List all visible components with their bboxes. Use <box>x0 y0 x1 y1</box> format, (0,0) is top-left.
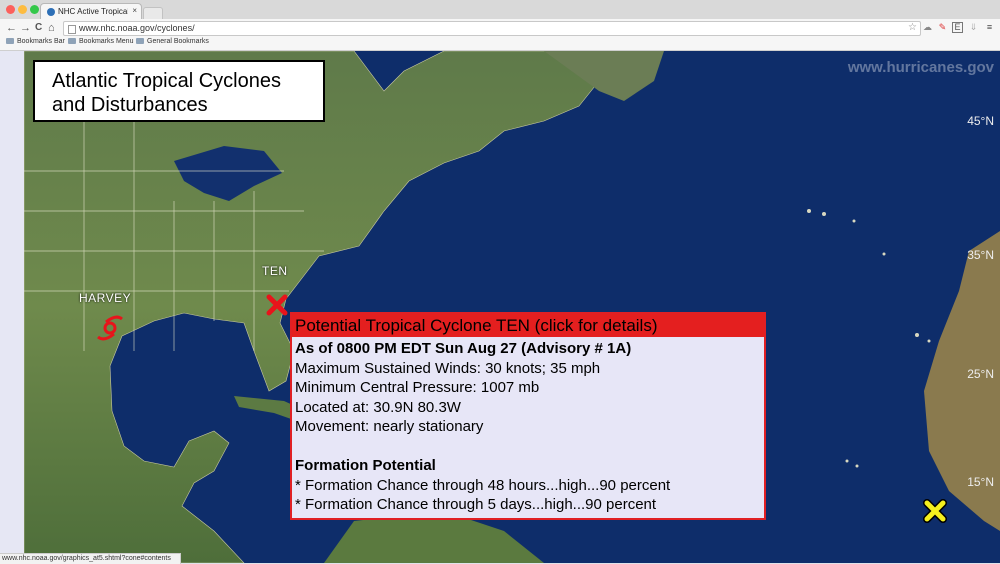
download-icon[interactable]: ⇓ <box>968 22 979 33</box>
min-pressure: Minimum Central Pressure: 1007 mb <box>295 379 540 396</box>
browser-tab[interactable]: NHC Active Tropical Cyclones × <box>40 3 142 20</box>
extension-e-icon[interactable]: E <box>952 22 963 33</box>
advisory-time: As of 0800 PM EDT Sun Aug 27 (Advisory #… <box>295 340 632 357</box>
back-arrow-icon[interactable]: ← <box>6 22 17 34</box>
tab-title: NHC Active Tropical Cyclones <box>58 7 128 16</box>
bookmark-folder-bookmarks-menu[interactable]: Bookmarks Menu <box>68 38 133 45</box>
hurricanes-gov-watermark: www.hurricanes.gov <box>847 59 994 76</box>
map-title-line1: Atlantic Tropical Cyclones <box>52 70 281 92</box>
map-title: Atlantic Tropical Cyclones and Disturban… <box>33 60 325 122</box>
atlantic-map[interactable]: Atlantic Tropical Cyclones and Disturban… <box>24 51 1000 563</box>
max-winds: Maximum Sustained Winds: 30 knots; 35 mp… <box>295 359 601 377</box>
storm-label-harvey[interactable]: HARVEY <box>79 291 131 305</box>
storm-info-popup[interactable]: Potential Tropical Cyclone TEN (click fo… <box>290 312 766 520</box>
minimize-window-button[interactable] <box>18 5 27 14</box>
storm-label-ten[interactable]: TEN <box>262 264 288 278</box>
latitude-label-25n: 25°N <box>967 367 994 381</box>
folder-icon <box>6 38 14 44</box>
formation-48h: * Formation Chance through 48 hours...hi… <box>295 476 671 494</box>
forward-arrow-icon[interactable]: → <box>20 22 31 34</box>
extension-cloud-icon[interactable]: ☁ <box>922 22 933 33</box>
browser-title-bar: NHC Active Tropical Cyclones × <box>0 0 1000 20</box>
folder-icon <box>68 38 76 44</box>
address-bar[interactable]: www.nhc.noaa.gov/cyclones/ ☆ <box>63 21 921 36</box>
storm-location: Located at: 30.9N 80.3W <box>295 398 461 416</box>
reload-icon[interactable]: C <box>35 22 42 34</box>
close-window-button[interactable] <box>6 5 15 14</box>
zoom-window-button[interactable] <box>30 5 39 14</box>
address-url[interactable]: www.nhc.noaa.gov/cyclones/ <box>79 23 195 33</box>
popup-body: As of 0800 PM EDT Sun Aug 27 (Advisory #… <box>292 337 764 515</box>
menu-icon[interactable]: ≡ <box>984 22 995 33</box>
bookmark-folder-general[interactable]: General Bookmarks <box>136 38 209 45</box>
bookmark-star-icon[interactable]: ☆ <box>908 22 917 33</box>
formation-heading: Formation Potential <box>295 457 436 474</box>
home-icon[interactable]: ⌂ <box>48 22 55 34</box>
status-bar-url: www.nhc.noaa.gov/graphics_at5.shtml?cone… <box>0 553 181 564</box>
latitude-label-15n: 15°N <box>967 475 994 489</box>
map-title-line2: and Disturbances <box>52 94 208 116</box>
bookmark-folder-bookmarks-bar[interactable]: Bookmarks Bar <box>6 38 65 45</box>
noaa-favicon-icon <box>47 8 55 16</box>
bookmarks-bar: Bookmarks Bar Bookmarks Menu General Boo… <box>0 37 1000 51</box>
atlantic-islands <box>807 209 931 468</box>
popup-title-link[interactable]: Potential Tropical Cyclone TEN (click fo… <box>292 314 764 337</box>
browser-toolbar: ← → C ⌂ www.nhc.noaa.gov/cyclones/ ☆ ☁ ✎… <box>0 19 1000 37</box>
page-left-margin <box>0 51 24 563</box>
latitude-label-35n: 35°N <box>967 248 994 262</box>
tab-close-icon[interactable]: × <box>132 6 137 15</box>
extension-pen-icon[interactable]: ✎ <box>937 22 948 33</box>
folder-icon <box>136 38 144 44</box>
disturbance-marker-icon <box>923 499 947 523</box>
latitude-label-45n: 45°N <box>967 114 994 128</box>
page-icon <box>68 25 76 34</box>
storm-movement: Movement: nearly stationary <box>295 418 484 435</box>
formation-5d: * Formation Chance through 5 days...high… <box>295 496 657 513</box>
